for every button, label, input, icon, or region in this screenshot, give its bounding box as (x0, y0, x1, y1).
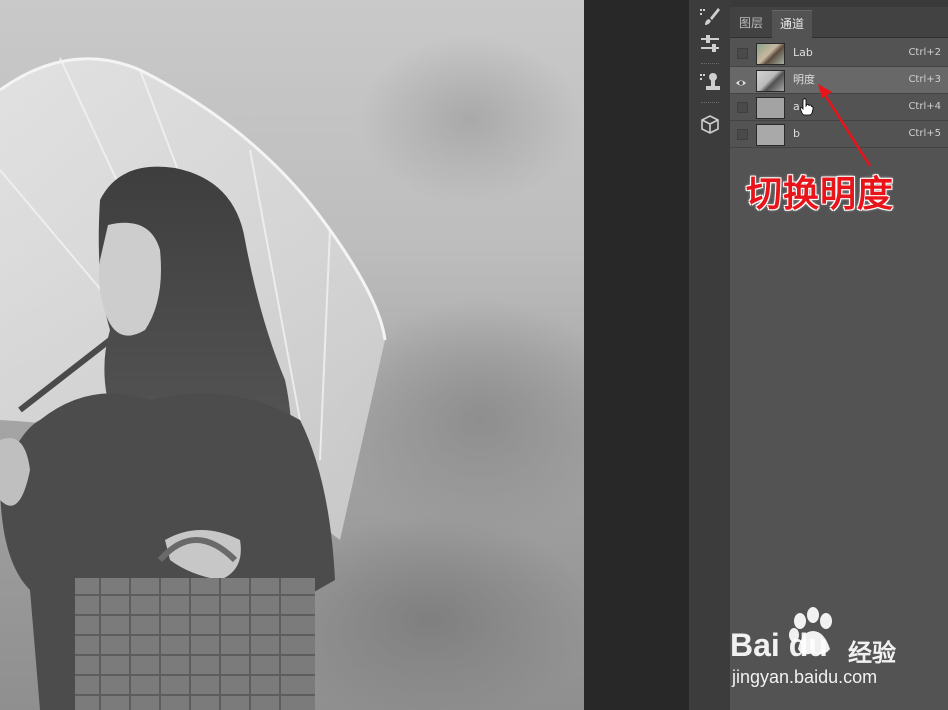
channel-shortcut: Ctrl+4 (908, 101, 941, 112)
channel-name: Lab (793, 46, 813, 59)
channel-shortcut: Ctrl+2 (908, 47, 941, 58)
tab-channels[interactable]: 通道 (772, 10, 813, 38)
lightness-channel-photo (0, 57, 387, 710)
strip-divider (701, 63, 719, 66)
eye-icon[interactable] (735, 74, 747, 86)
annotation-arrow (818, 84, 872, 167)
channel-shortcut: Ctrl+5 (908, 128, 941, 139)
channel-name: b (793, 127, 800, 140)
adjustments-icon[interactable] (698, 33, 722, 55)
baidu-jingyan-watermark: Bai du 经验 jingyan.baidu.com (730, 605, 930, 695)
tab-layers[interactable]: 图层 (731, 10, 771, 37)
3d-icon[interactable] (698, 114, 722, 136)
channel-shortcut: Ctrl+3 (908, 74, 941, 85)
panel-icon-strip (688, 0, 732, 710)
document-canvas[interactable] (0, 0, 584, 710)
panel-tabs: 图层 通道 (730, 7, 948, 38)
channel-row-lab[interactable]: Lab Ctrl+2 (730, 40, 948, 67)
visibility-toggle[interactable] (737, 129, 748, 140)
channel-thumbnail (756, 97, 785, 119)
channel-thumbnail (756, 43, 785, 65)
brush-presets-icon[interactable] (698, 6, 722, 28)
watermark-brand: 经验 (848, 639, 896, 667)
channel-thumbnail (756, 124, 785, 146)
visibility-toggle[interactable] (737, 102, 748, 113)
hand-cursor-icon (800, 98, 814, 116)
annotation-label: 切换明度 (746, 174, 895, 215)
workspace-background (584, 0, 688, 710)
visibility-toggle[interactable] (737, 48, 748, 59)
strip-divider (701, 102, 719, 105)
channel-name: a (793, 100, 800, 113)
watermark-url: jingyan.baidu.com (732, 667, 878, 687)
clone-source-icon[interactable] (698, 71, 722, 93)
channel-thumbnail (756, 70, 785, 92)
paw-icon (789, 607, 832, 655)
panel-header-bar (730, 0, 948, 7)
